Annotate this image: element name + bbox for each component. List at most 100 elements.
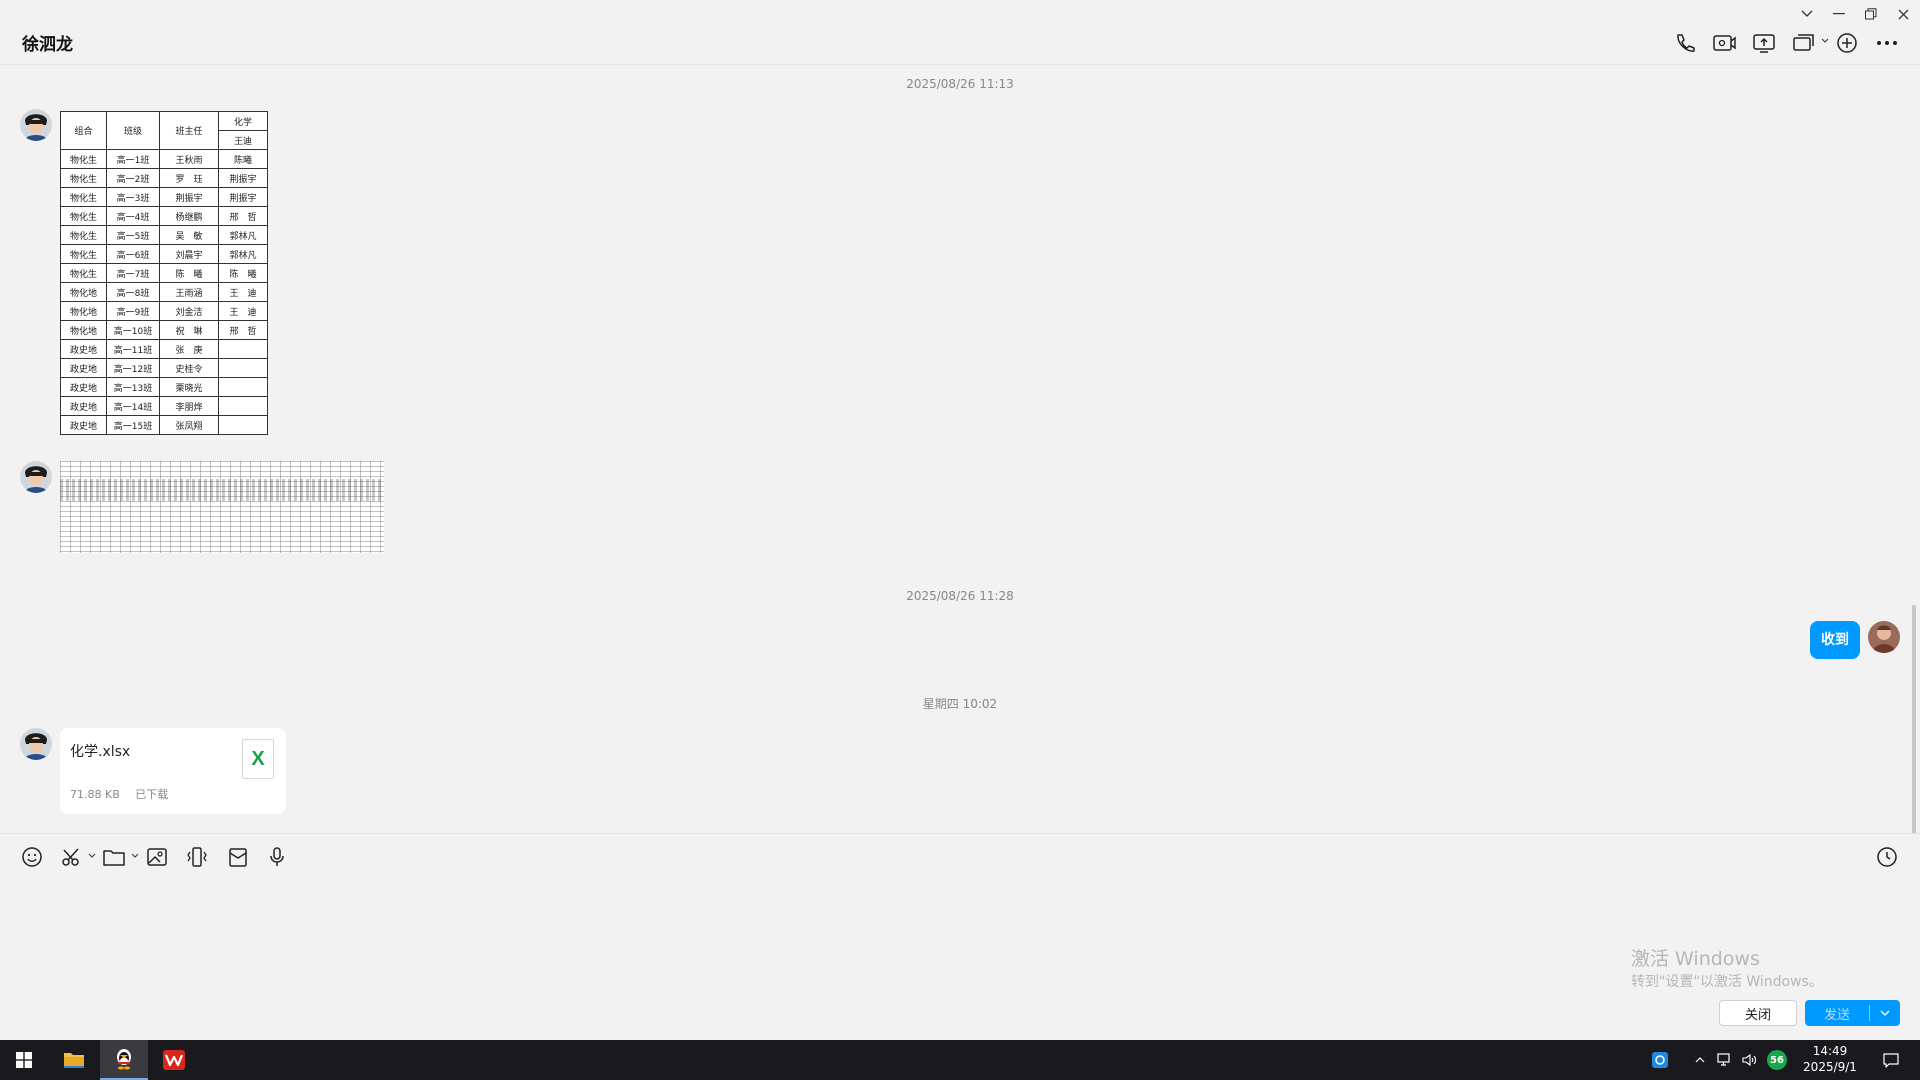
folder-chevron-icon[interactable] (131, 852, 139, 861)
table-cell: 吴 敏 (159, 225, 219, 245)
show-hidden-icons-chevron-icon[interactable] (1690, 1040, 1710, 1080)
security-360-badge[interactable]: 56 (1764, 1040, 1790, 1080)
send-options-chevron-icon[interactable] (1870, 1008, 1900, 1019)
my-avatar[interactable] (1868, 621, 1900, 653)
table-cell: 政史地 (60, 377, 107, 397)
chat-title: 徐泗龙 (22, 35, 73, 55)
table-cell: 邢 哲 (218, 206, 268, 226)
table-cell: 物化生 (60, 244, 107, 264)
schedule-table-image[interactable]: 组合 班级 班主任 化学 王迪 物化生 高一1班 王秋雨 陈曦 物化生 高一2班罗 珏荆振… (60, 111, 268, 435)
table-cell: 史桂令 (159, 358, 219, 378)
table-row: 物化生 高一7班陈 曦陈 曦 (60, 263, 268, 283)
table-cell: 高一15班 (106, 415, 160, 435)
restore-button[interactable] (1858, 4, 1884, 24)
table-cell: 高一1班 (106, 149, 160, 169)
microphone-icon[interactable] (264, 844, 290, 870)
windows-start-icon[interactable] (0, 1040, 48, 1080)
table-row: 政史地 高一13班 栗晓光 (60, 377, 268, 397)
table-cell: 高一7班 (106, 263, 160, 283)
table-cell: 荆振宇 (159, 187, 219, 207)
windows-activation-subtitle: 转到"设置"以激活 Windows。 (1631, 974, 1823, 990)
table-cell: 高一3班 (106, 187, 160, 207)
system-clock[interactable]: 14:49 2025/9/1 (1795, 1043, 1865, 1075)
screen-share-icon[interactable] (1751, 30, 1777, 56)
table-row: 物化生 高一4班 杨继鹏邢 哲 (60, 206, 268, 226)
contact-avatar[interactable] (20, 461, 52, 493)
table-cell: 高一9班 (106, 301, 160, 321)
table-row: 物化生 高一3班 荆振宇 荆振宇 (60, 187, 268, 207)
remote-assist-icon[interactable] (1791, 30, 1817, 56)
table-cell: 高一4班 (106, 206, 160, 226)
table-cell: 邢 哲 (218, 320, 268, 340)
more-options-icon[interactable] (1874, 30, 1900, 56)
table-cell: 物化地 (60, 301, 107, 321)
table-row: 物化地 高一8班 王雨涵王 迪 (60, 282, 268, 302)
file-message-card[interactable]: 化学.xlsx 71.88 KB 已下载 X (60, 728, 286, 814)
minimize-button[interactable] (1826, 4, 1852, 24)
table-cell: 高一14班 (106, 396, 160, 416)
table-cell (218, 339, 268, 359)
message-list[interactable]: 2025/08/26 11:13 组合 班级 班主任 化学 王迪 物化生 高一1班… (0, 65, 1920, 833)
table-row: 政史地 高一14班 李朋烨 (60, 396, 268, 416)
contact-avatar[interactable] (20, 728, 52, 760)
collapse-chevron-icon[interactable] (1794, 4, 1820, 24)
table-row: 物化生 高一1班 王秋雨 陈曦 (60, 149, 268, 169)
table-cell: 高一12班 (106, 358, 160, 378)
table-cell: 陈 曦 (218, 263, 268, 283)
table-cell: 刘晨宇 (159, 244, 219, 264)
table-cell: 郭林凡 (218, 244, 268, 264)
remote-assist-chevron-icon[interactable] (1821, 37, 1829, 46)
table-cell: 祝 琳 (159, 320, 219, 340)
table-cell: 高一8班 (106, 282, 160, 302)
file-explorer-icon[interactable] (50, 1040, 98, 1080)
close-window-button[interactable] (1890, 4, 1916, 24)
input-area[interactable]: 激活 Windows 转到"设置"以激活 Windows。 关闭 发送 (0, 833, 1920, 1040)
qq-taskbar-icon[interactable] (100, 1040, 148, 1080)
sent-message-bubble[interactable]: 收到 (1810, 621, 1860, 659)
send-button[interactable]: 发送 (1805, 1000, 1900, 1026)
table-row: 政史地 高一12班 史桂令 (60, 358, 268, 378)
screenshot-chevron-icon[interactable] (88, 852, 96, 861)
add-member-icon[interactable] (1834, 30, 1860, 56)
table-cell: 政史地 (60, 339, 107, 359)
table-row: 物化地 高一10班祝 琳邢 哲 (60, 320, 268, 340)
spreadsheet-screenshot-image[interactable] (60, 461, 384, 553)
table-row: 物化生 高一6班 刘晨宇 郭林凡 (60, 244, 268, 264)
table-cell: 陈 曦 (159, 263, 219, 283)
contact-avatar[interactable] (20, 109, 52, 141)
qq-tray-icon[interactable] (1648, 1040, 1672, 1080)
action-center-icon[interactable] (1876, 1040, 1906, 1080)
table-cell: 物化生 (60, 187, 107, 207)
volume-icon[interactable] (1738, 1040, 1760, 1080)
scrollbar[interactable] (1912, 605, 1916, 833)
folder-icon[interactable] (101, 844, 127, 870)
close-button[interactable]: 关闭 (1719, 1000, 1797, 1026)
history-clock-icon[interactable] (1874, 844, 1900, 870)
table-row: 政史地 高一15班 张凤翔 (60, 415, 268, 435)
video-call-icon[interactable] (1711, 30, 1737, 56)
table-row: 物化地 高一9班 刘金洁王 迪 (60, 301, 268, 321)
table-header-cell: 班主任 (159, 111, 219, 150)
table-header-cell: 班级 (106, 111, 160, 150)
red-packet-icon[interactable] (225, 844, 251, 870)
table-cell: 罗 珏 (159, 168, 219, 188)
security-360-badge-text: 56 (1770, 1054, 1784, 1066)
table-cell: 政史地 (60, 415, 107, 435)
emoji-icon[interactable] (19, 844, 45, 870)
network-icon[interactable] (1714, 1040, 1736, 1080)
table-cell: 物化生 (60, 206, 107, 226)
table-cell: 高一10班 (106, 320, 160, 340)
table-cell: 高一11班 (106, 339, 160, 359)
table-cell: 高一13班 (106, 377, 160, 397)
screenshot-scissors-icon[interactable] (59, 844, 85, 870)
timestamp: 2025/08/26 11:13 (906, 77, 1014, 91)
spreadsheet-grid (60, 461, 384, 553)
table-cell (218, 377, 268, 397)
wps-office-icon[interactable] (150, 1040, 198, 1080)
table-row: 政史地 高一11班张 庚 (60, 339, 268, 359)
table-cell: 王 迪 (218, 301, 268, 321)
table-cell: 高一6班 (106, 244, 160, 264)
voice-call-icon[interactable] (1672, 30, 1698, 56)
shake-icon[interactable] (184, 844, 210, 870)
image-icon[interactable] (144, 844, 170, 870)
